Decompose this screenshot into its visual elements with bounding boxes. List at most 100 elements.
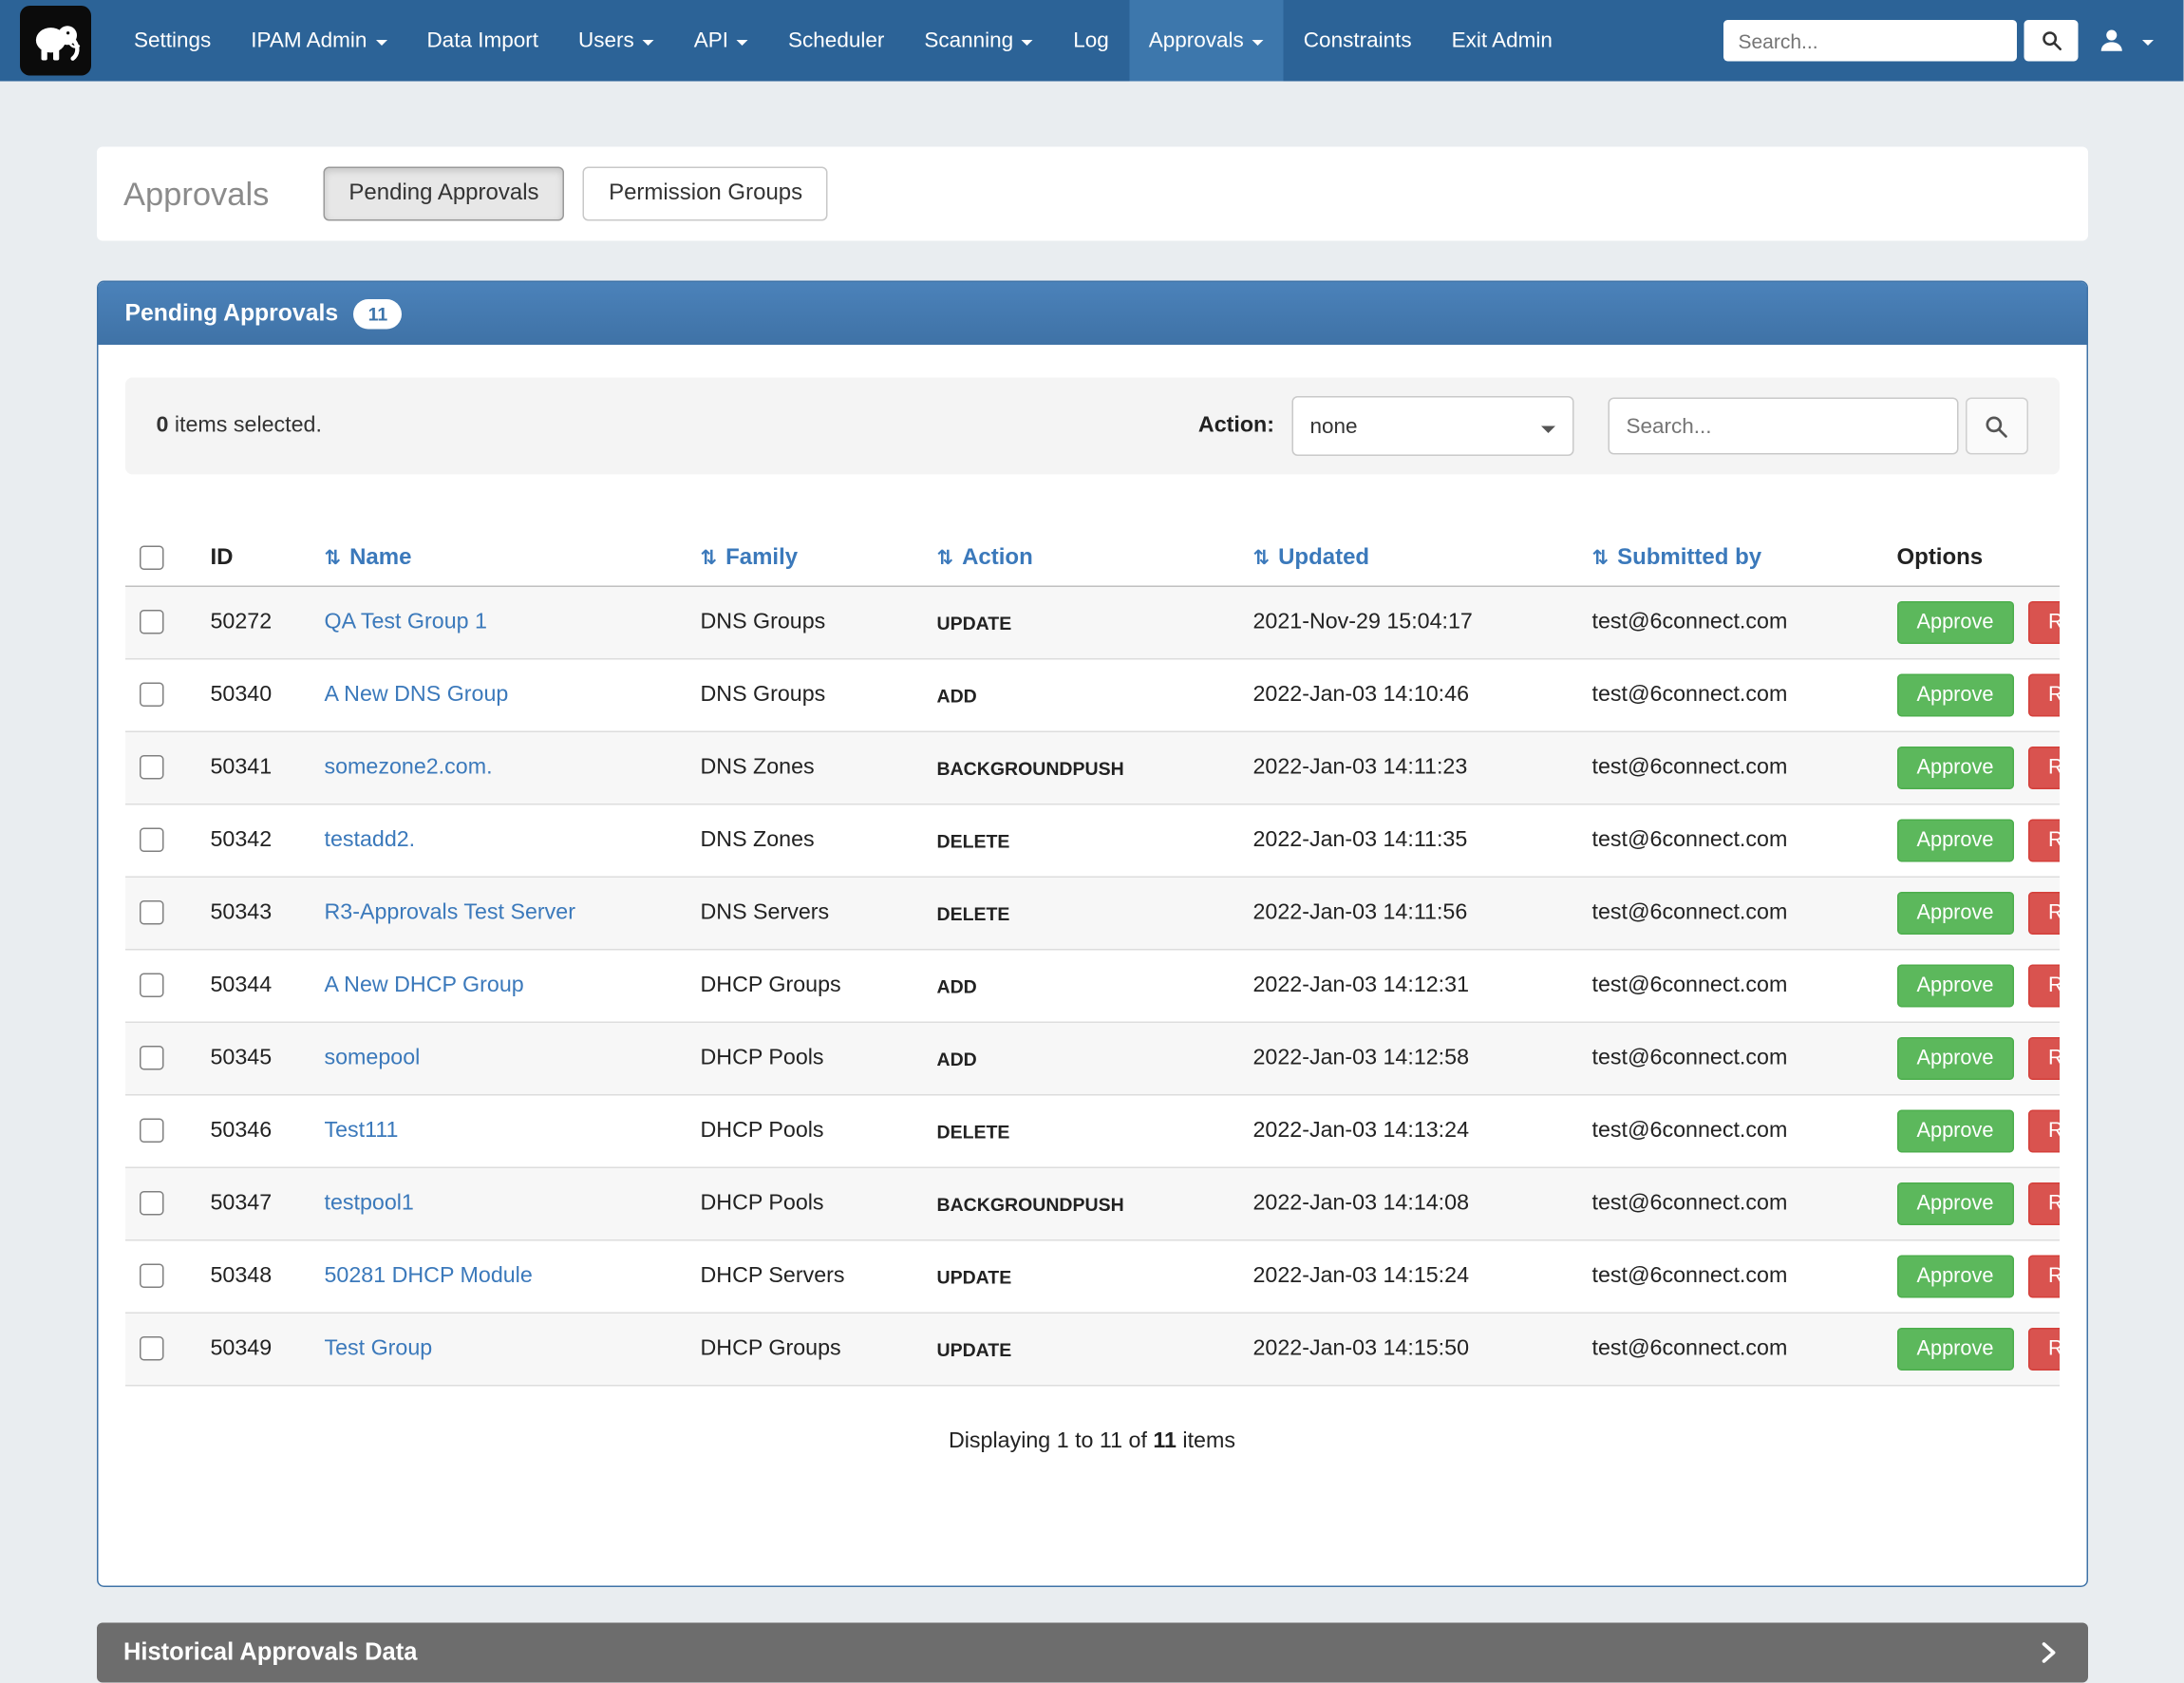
row-id: 50340 <box>198 659 312 732</box>
table-row: 50272 QA Test Group 1 DNS Groups UPDATE … <box>124 586 2059 659</box>
row-options: Approve Reject <box>1885 1095 2059 1168</box>
nav-item[interactable]: Data Import <box>406 0 558 82</box>
row-options: Approve Reject <box>1885 1022 2059 1095</box>
row-checkbox[interactable] <box>139 1119 163 1144</box>
nav-item[interactable]: Scheduler <box>768 0 904 82</box>
historical-approvals-bar[interactable]: Historical Approvals Data <box>96 1623 2087 1683</box>
reject-button[interactable]: Reject <box>2028 747 2060 789</box>
table-row: 50342 testadd2. DNS Zones DELETE 2022-Ja… <box>124 804 2059 878</box>
approve-button[interactable]: Approve <box>1896 601 2013 644</box>
row-checkbox[interactable] <box>139 1047 163 1071</box>
row-updated: 2022-Jan-03 14:10:46 <box>1241 659 1580 732</box>
column-header-family[interactable]: ⇅Family <box>688 532 925 587</box>
table-row: 50343 R3-Approvals Test Server DNS Serve… <box>124 877 2059 950</box>
tab-pending-approvals[interactable]: Pending Approvals <box>323 167 564 221</box>
sort-icon: ⇅ <box>936 547 953 570</box>
row-family: DHCP Pools <box>688 1022 925 1095</box>
approve-button[interactable]: Approve <box>1896 674 2013 717</box>
row-name-link[interactable]: 50281 DHCP Module <box>324 1264 532 1289</box>
reject-button[interactable]: Reject <box>2028 1037 2060 1080</box>
row-checkbox[interactable] <box>139 1192 163 1217</box>
approve-button[interactable]: Approve <box>1896 1328 2013 1371</box>
nav-item[interactable]: Users <box>558 0 674 82</box>
nav-item[interactable]: Constraints <box>1284 0 1432 82</box>
row-checkbox[interactable] <box>139 901 163 926</box>
column-header-updated[interactable]: ⇅Updated <box>1241 532 1580 587</box>
reject-button[interactable]: Reject <box>2028 820 2060 862</box>
nav-item[interactable]: Exit Admin <box>1432 0 1572 82</box>
approve-button[interactable]: Approve <box>1896 892 2013 935</box>
navbar-search-input[interactable] <box>1723 20 2017 62</box>
reject-button[interactable]: Reject <box>2028 892 2060 935</box>
tab-permission-groups[interactable]: Permission Groups <box>583 167 828 221</box>
chevron-down-icon <box>2142 40 2154 51</box>
row-checkbox[interactable] <box>139 756 163 781</box>
row-checkbox[interactable] <box>139 1264 163 1289</box>
column-header-action[interactable]: ⇅Action <box>925 532 1241 587</box>
row-id: 50348 <box>198 1240 312 1314</box>
approve-button[interactable]: Approve <box>1896 1182 2013 1225</box>
sort-icon: ⇅ <box>1252 547 1270 570</box>
reject-button[interactable]: Reject <box>2028 1110 2060 1153</box>
column-header-name[interactable]: ⇅Name <box>312 532 688 587</box>
action-select-value: none <box>1309 414 1357 439</box>
column-header-submitted-by[interactable]: ⇅Submitted by <box>1580 532 1885 587</box>
app-logo[interactable] <box>20 6 91 76</box>
row-name-link[interactable]: somezone2.com. <box>324 755 492 780</box>
row-name-link[interactable]: testadd2. <box>324 828 415 853</box>
row-name-link[interactable]: testpool1 <box>324 1191 413 1216</box>
table-search-input[interactable] <box>1608 398 1958 455</box>
row-submitted-by: test@6connect.com <box>1580 1313 1885 1386</box>
nav-item[interactable]: Scanning <box>904 0 1053 82</box>
reject-button[interactable]: Reject <box>2028 1328 2060 1371</box>
select-all-checkbox[interactable] <box>139 546 163 571</box>
row-name-link[interactable]: Test Group <box>324 1336 432 1361</box>
row-action: UPDATE <box>925 1240 1241 1314</box>
row-name-link[interactable]: Test111 <box>324 1119 398 1144</box>
row-checkbox[interactable] <box>139 974 163 998</box>
row-id: 50344 <box>198 950 312 1023</box>
nav-item[interactable]: API <box>674 0 768 82</box>
approve-button[interactable]: Approve <box>1896 1110 2013 1153</box>
row-name-link[interactable]: R3-Approvals Test Server <box>324 900 574 925</box>
row-updated: 2022-Jan-03 14:12:58 <box>1241 1022 1580 1095</box>
count-badge: 11 <box>354 298 403 329</box>
row-checkbox[interactable] <box>139 683 163 708</box>
nav-item[interactable]: Log <box>1053 0 1129 82</box>
approve-button[interactable]: Approve <box>1896 1256 2013 1298</box>
row-submitted-by: test@6connect.com <box>1580 1095 1885 1168</box>
reject-button[interactable]: Reject <box>2028 1256 2060 1298</box>
approve-button[interactable]: Approve <box>1896 820 2013 862</box>
row-checkbox[interactable] <box>139 1337 163 1362</box>
main-content: Approvals Pending Approvals Permission G… <box>96 82 2087 1683</box>
row-name-link[interactable]: QA Test Group 1 <box>324 610 486 634</box>
reject-button[interactable]: Reject <box>2028 674 2060 717</box>
approve-button[interactable]: Approve <box>1896 1037 2013 1080</box>
approve-button[interactable]: Approve <box>1896 965 2013 1008</box>
row-name-link[interactable]: A New DNS Group <box>324 683 508 708</box>
row-name-link[interactable]: A New DHCP Group <box>324 974 523 998</box>
nav-item[interactable]: IPAM Admin <box>231 0 406 82</box>
table-row: 50346 Test111 DHCP Pools DELETE 2022-Jan… <box>124 1095 2059 1168</box>
page-title: Approvals <box>123 175 269 214</box>
row-family: DNS Zones <box>688 804 925 878</box>
row-name-link[interactable]: somepool <box>324 1046 420 1070</box>
row-updated: 2022-Jan-03 14:13:24 <box>1241 1095 1580 1168</box>
action-select[interactable]: none <box>1291 396 1573 456</box>
reject-button[interactable]: Reject <box>2028 965 2060 1008</box>
nav-item[interactable]: Approvals <box>1129 0 1284 82</box>
row-updated: 2022-Jan-03 14:15:24 <box>1241 1240 1580 1314</box>
row-id: 50272 <box>198 586 312 659</box>
navbar-search-button[interactable] <box>2024 20 2079 62</box>
approve-button[interactable]: Approve <box>1896 747 2013 789</box>
row-checkbox[interactable] <box>139 828 163 853</box>
column-header-id: ID <box>198 532 312 587</box>
row-checkbox[interactable] <box>139 611 163 635</box>
row-options: Approve Reject <box>1885 659 2059 732</box>
row-id: 50347 <box>198 1167 312 1240</box>
reject-button[interactable]: Reject <box>2028 601 2060 644</box>
nav-item[interactable]: Settings <box>114 0 231 82</box>
user-menu[interactable] <box>2085 28 2167 55</box>
table-search-button[interactable] <box>1965 398 2027 455</box>
reject-button[interactable]: Reject <box>2028 1182 2060 1225</box>
